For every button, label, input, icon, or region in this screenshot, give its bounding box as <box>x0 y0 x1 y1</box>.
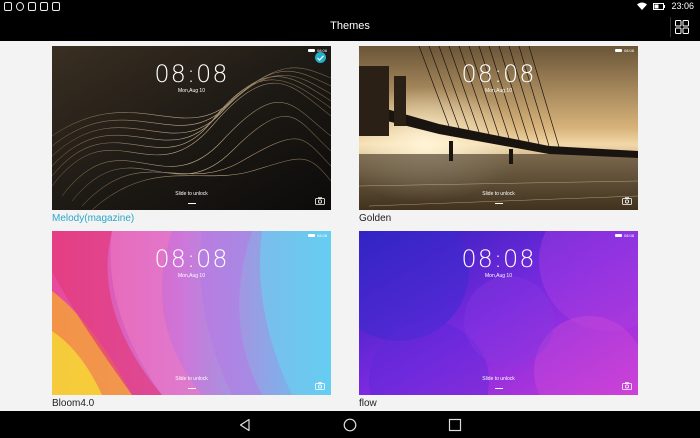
preview-dash <box>495 388 503 389</box>
title-bar: Themes <box>0 14 700 41</box>
status-time: 23:06 <box>671 1 694 11</box>
preview-status: 08:08 <box>614 233 634 238</box>
themes-grid: 08:08 08:08 Mon,Aug 10 Slide to unlock M… <box>0 41 700 411</box>
theme-preview[interactable]: 08:08 08:08 Mon,Aug 10 Slide to unlock <box>359 46 638 210</box>
preview-dash <box>188 388 196 389</box>
preview-status: 08:08 <box>307 233 327 238</box>
preview-clock: 08:08 <box>461 245 536 273</box>
home-icon <box>343 418 357 432</box>
preview-slide-text: Slide to unlock <box>482 191 515 197</box>
theme-preview[interactable]: 08:08 08:08 Mon,Aug 10 Slide to unlock <box>52 231 331 395</box>
theme-card-golden[interactable]: 08:08 08:08 Mon,Aug 10 Slide to unlock G… <box>359 46 638 228</box>
preview-date: Mon,Aug 10 <box>485 273 512 279</box>
wifi-icon <box>637 2 648 10</box>
preview-slide-text: Slide to unlock <box>175 376 208 382</box>
recents-icon <box>448 418 462 432</box>
camera-icon <box>52 2 60 11</box>
theme-name: Melody(magazine) <box>52 213 135 224</box>
preview-dash <box>495 203 503 204</box>
camera-icon <box>315 382 325 390</box>
status-bar: 23:06 <box>0 0 700 14</box>
camera-icon <box>315 197 325 205</box>
preview-dash <box>188 203 196 204</box>
theme-card-flow[interactable]: 08:08 08:08 Mon,Aug 10 Slide to unlock f… <box>359 231 638 411</box>
preview-slide-text: Slide to unlock <box>175 191 208 197</box>
grid-view-button[interactable] <box>670 17 692 37</box>
notification-icons <box>4 2 60 11</box>
page-title: Themes <box>330 20 370 32</box>
preview-status-time: 08:08 <box>623 48 634 53</box>
image-icon <box>28 2 36 11</box>
preview-status-time: 08:08 <box>316 233 327 238</box>
back-icon <box>239 418 250 432</box>
theme-name: Golden <box>359 213 392 224</box>
theme-card-bloom[interactable]: 08:08 08:08 Mon,Aug 10 Slide to unlock B… <box>52 231 331 411</box>
preview-status-time: 08:08 <box>623 233 634 238</box>
theme-name: Bloom4.0 <box>52 398 95 409</box>
theme-preview[interactable]: 08:08 08:08 Mon,Aug 10 Slide to unlock <box>52 46 331 210</box>
home-button[interactable] <box>342 417 358 433</box>
preview-date: Mon,Aug 10 <box>178 273 205 279</box>
recents-button[interactable] <box>447 417 463 433</box>
battery-icon <box>653 2 666 10</box>
navigation-bar <box>0 411 700 438</box>
camera-icon <box>622 197 632 205</box>
preview-clock: 08:08 <box>154 245 229 273</box>
screenshot-icon <box>4 2 12 11</box>
camera-icon <box>622 382 632 390</box>
preview-status: 08:08 <box>614 48 634 53</box>
preview-date: Mon,Aug 10 <box>485 88 512 94</box>
preview-clock: 08:08 <box>154 60 229 88</box>
theme-card-melody[interactable]: 08:08 08:08 Mon,Aug 10 Slide to unlock M… <box>52 46 331 228</box>
theme-preview[interactable]: 08:08 08:08 Mon,Aug 10 Slide to unlock <box>359 231 638 395</box>
message-icon <box>16 2 24 11</box>
preview-slide-text: Slide to unlock <box>482 376 515 382</box>
email-icon <box>40 2 48 11</box>
preview-date: Mon,Aug 10 <box>178 88 205 94</box>
theme-name: flow <box>359 398 377 409</box>
grid-icon <box>674 20 689 34</box>
preview-clock: 08:08 <box>461 60 536 88</box>
back-button[interactable] <box>237 417 253 433</box>
